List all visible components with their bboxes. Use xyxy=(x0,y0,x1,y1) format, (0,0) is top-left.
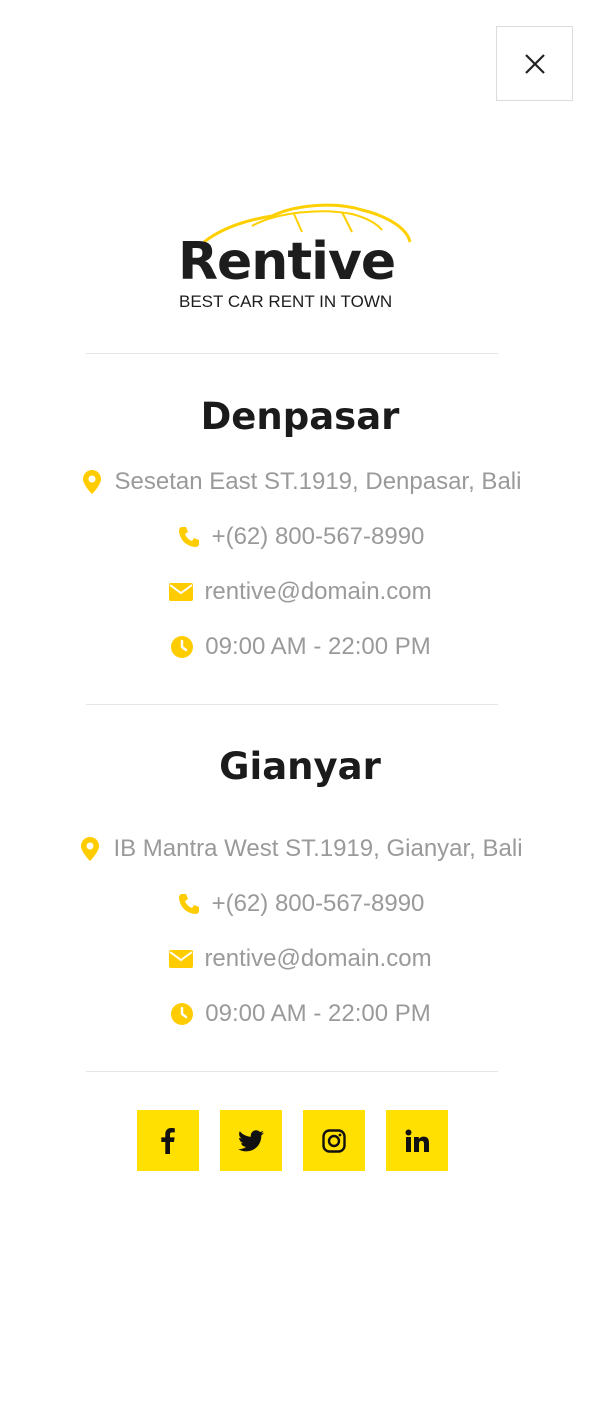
close-icon xyxy=(524,53,545,74)
address-text: Sesetan East ST.1919, Denpasar, Bali xyxy=(114,468,522,495)
instagram-button[interactable] xyxy=(303,1110,365,1171)
location-title: Gianyar xyxy=(219,745,381,788)
hours-text: 09:00 AM - 22:00 PM xyxy=(205,1000,431,1027)
phone-icon xyxy=(176,525,202,549)
phone-row[interactable]: +(62) 800-567-8990 xyxy=(0,892,600,916)
divider xyxy=(86,353,498,354)
brand-tagline: BEST CAR RENT IN TOWN xyxy=(179,292,393,311)
close-button[interactable] xyxy=(496,26,573,101)
email-row[interactable]: rentive@domain.com xyxy=(0,947,600,971)
hours-row: 09:00 AM - 22:00 PM xyxy=(0,1002,600,1026)
map-pin-icon xyxy=(77,837,103,861)
divider xyxy=(86,1071,498,1072)
clock-icon xyxy=(169,1002,195,1026)
divider xyxy=(86,704,498,705)
email-text: rentive@domain.com xyxy=(204,945,432,972)
envelope-icon xyxy=(168,583,194,601)
location-title: Denpasar xyxy=(200,395,400,438)
address-row: IB Mantra West ST.1919, Gianyar, Bali xyxy=(0,837,600,861)
linkedin-button[interactable] xyxy=(386,1110,448,1171)
linkedin-icon xyxy=(405,1129,429,1152)
location-denpasar: Denpasar xyxy=(0,398,600,435)
twitter-button[interactable] xyxy=(220,1110,282,1171)
email-row[interactable]: rentive@domain.com xyxy=(0,580,600,604)
address-text: IB Mantra West ST.1919, Gianyar, Bali xyxy=(113,835,523,862)
instagram-icon xyxy=(322,1128,346,1153)
phone-icon xyxy=(176,892,202,916)
phone-text: +(62) 800-567-8990 xyxy=(211,890,425,917)
facebook-button[interactable] xyxy=(137,1110,199,1171)
clock-icon xyxy=(169,635,195,659)
hours-text: 09:00 AM - 22:00 PM xyxy=(205,633,431,660)
facebook-icon xyxy=(161,1127,175,1154)
brand-logo[interactable]: Rentive BEST CAR RENT IN TOWN xyxy=(172,198,412,318)
email-text: rentive@domain.com xyxy=(204,578,432,605)
location-gianyar: Gianyar xyxy=(0,748,600,785)
hours-row: 09:00 AM - 22:00 PM xyxy=(0,635,600,659)
phone-text: +(62) 800-567-8990 xyxy=(211,523,425,550)
phone-row[interactable]: +(62) 800-567-8990 xyxy=(0,525,600,549)
envelope-icon xyxy=(168,950,194,968)
twitter-icon xyxy=(238,1129,264,1151)
map-pin-icon xyxy=(79,470,105,494)
address-row: Sesetan East ST.1919, Denpasar, Bali xyxy=(0,470,600,494)
social-links xyxy=(137,1110,448,1171)
brand-name: Rentive xyxy=(178,232,396,292)
